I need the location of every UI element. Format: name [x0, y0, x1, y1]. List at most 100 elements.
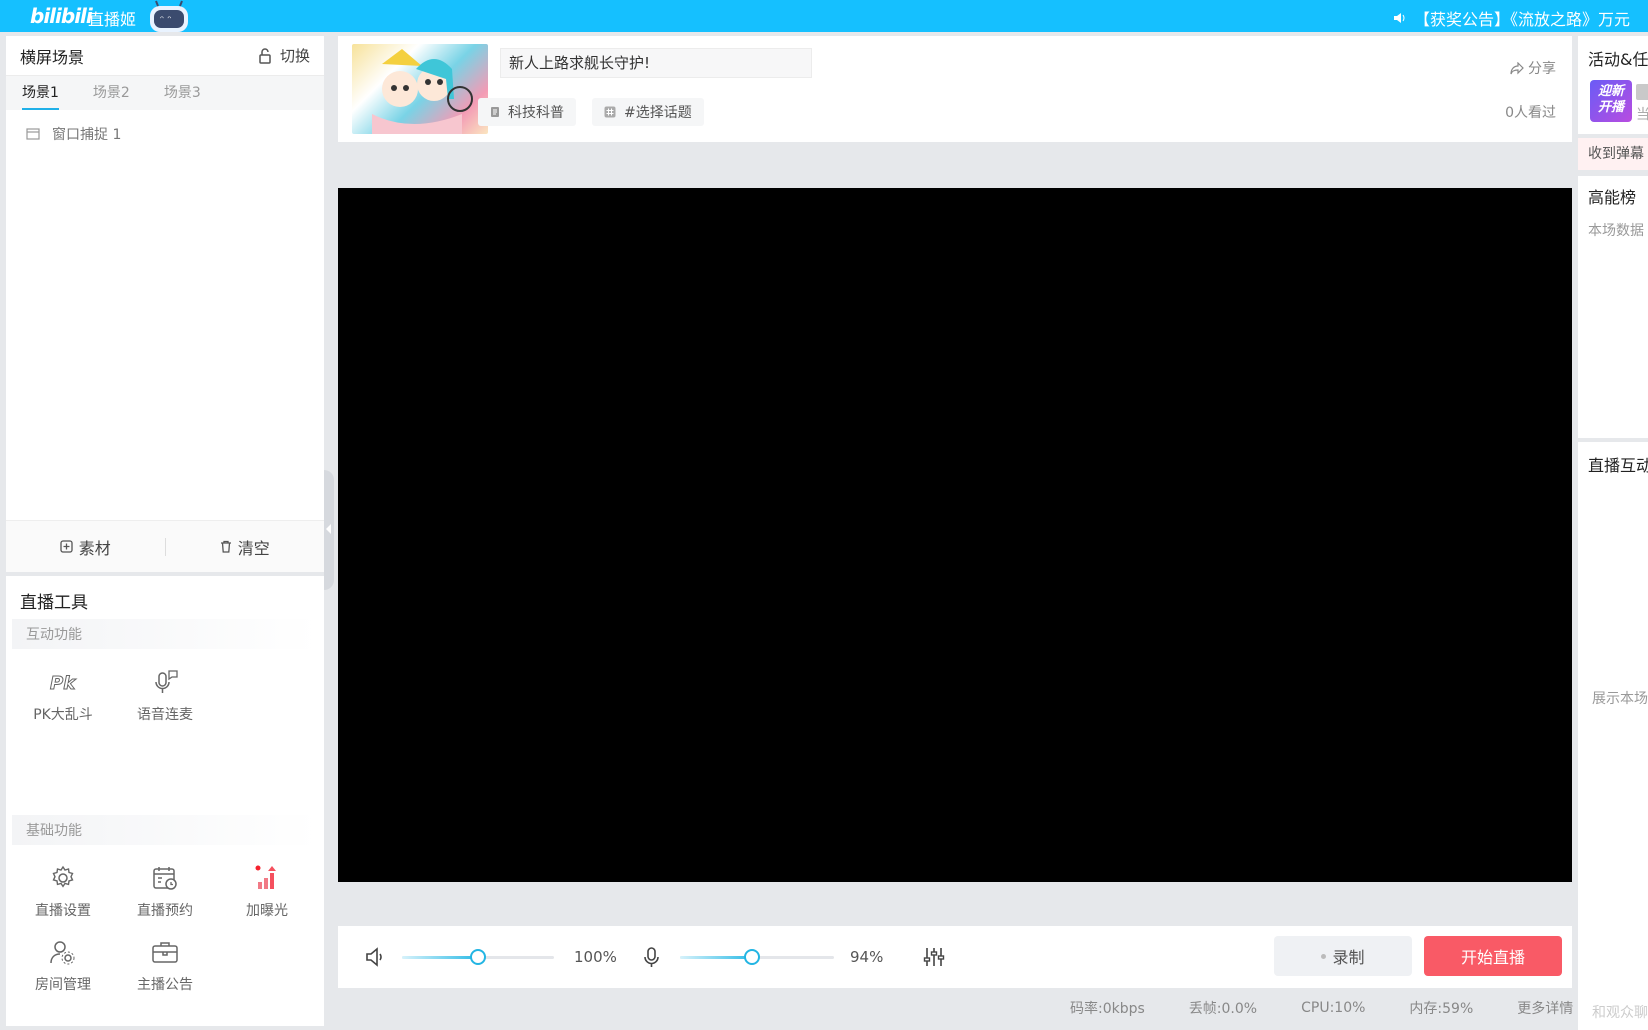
- speaker-volume-knob[interactable]: [470, 949, 486, 965]
- interaction-title: 直播互动: [1588, 456, 1648, 475]
- activity-sub: 当: [1636, 107, 1648, 123]
- switch-orientation-button[interactable]: 切换: [258, 45, 310, 66]
- speaker-icon: [1394, 13, 1405, 23]
- badge-line-2: 开播: [1597, 100, 1624, 115]
- tools-panel: 直播工具 互动功能 Pk PK大乱斗 语音连麦 基础功能 直播设置 直播预约 加…: [6, 576, 324, 1026]
- record-button[interactable]: 录制: [1274, 936, 1412, 976]
- scene-header: 横屏场景 切换: [6, 36, 324, 76]
- stream-title-input[interactable]: 新人上路求舰长守护!: [500, 48, 812, 78]
- speaker-volume-icon[interactable]: [364, 946, 388, 968]
- boost-exposure-label: 加曝光: [246, 903, 288, 919]
- title-bar: bilibili 直播姬 ᵔ ᵔ 【获奖公告】《流放之路》万元: [0, 0, 1648, 32]
- tab-scene-1[interactable]: 场景1: [22, 76, 59, 110]
- svg-text:ᵔ ᵔ: ᵔ ᵔ: [160, 15, 171, 26]
- plus-square-icon: [60, 540, 73, 553]
- mic-volume-value: 94%: [850, 948, 884, 966]
- scene-footer: 素材 清空: [6, 520, 324, 572]
- add-material-button[interactable]: 素材: [6, 535, 165, 559]
- rank-title[interactable]: 高能榜: [1578, 176, 1648, 208]
- memory-status: 内存:59%: [1409, 1001, 1474, 1017]
- activity-tag: [1636, 84, 1648, 100]
- dropped-frames-status: 丢帧:0.0%: [1188, 1001, 1258, 1017]
- share-label: 分享: [1528, 61, 1556, 77]
- voice-link-button[interactable]: 语音连麦: [114, 659, 216, 733]
- announcement-ticker[interactable]: 【获奖公告】《流放之路》万元: [1392, 6, 1630, 30]
- category-label: 科技科普: [508, 105, 564, 121]
- mascot-icon: ᵔ ᵔ: [150, 0, 188, 32]
- boost-exposure-button[interactable]: 加曝光: [216, 855, 318, 929]
- add-material-label: 素材: [78, 538, 111, 558]
- live-schedule-button[interactable]: 直播预约: [114, 855, 216, 929]
- scene-panel-title: 横屏场景: [20, 47, 85, 67]
- user-gear-icon: [50, 941, 75, 965]
- viewer-count: 0人看过: [1505, 105, 1556, 121]
- source-item[interactable]: 窗口捕捉 1: [6, 110, 324, 158]
- activity-block: 活动&任 迎新 开播 当: [1578, 36, 1648, 134]
- announcement-text: 【获奖公告】《流放之路》万元: [1414, 10, 1631, 29]
- room-management-button[interactable]: 房间管理: [12, 929, 114, 1003]
- clear-button[interactable]: 清空: [166, 535, 325, 559]
- chat-input-hint[interactable]: 和观众聊: [1582, 1002, 1648, 1022]
- document-icon: [491, 107, 499, 117]
- live-settings-button[interactable]: 直播设置: [12, 855, 114, 929]
- stream-cover-image[interactable]: [352, 44, 488, 134]
- record-label: 录制: [1332, 948, 1365, 967]
- topic-chip[interactable]: #选择话题: [592, 98, 704, 126]
- source-label: 窗口捕捉 1: [52, 127, 122, 143]
- live-schedule-label: 直播预约: [137, 903, 193, 919]
- bitrate-status: 码率:0kbps: [1070, 1001, 1145, 1017]
- speaker-volume-slider[interactable]: [402, 949, 554, 965]
- bar-chart-up-icon: [255, 865, 276, 889]
- interaction-block: 直播互动 展示本场 和观众聊: [1578, 442, 1648, 1030]
- activity-title: 活动&任: [1588, 50, 1648, 69]
- badge-line-1: 迎新: [1597, 84, 1624, 99]
- speaker-volume-value: 100%: [574, 948, 617, 966]
- interactive-section-label: 互动功能: [12, 619, 318, 649]
- gear-icon: [52, 865, 74, 888]
- bilibili-logo: bilibili: [30, 4, 93, 28]
- streamer-notice-button[interactable]: 主播公告: [114, 929, 216, 1003]
- interactive-tools-grid: Pk PK大乱斗 语音连麦: [6, 649, 324, 815]
- lock-icon: [259, 47, 271, 64]
- danmu-notice[interactable]: 收到弹幕: [1578, 138, 1648, 170]
- tab-scene-2[interactable]: 场景2: [93, 76, 130, 110]
- speaker-volume-fill: [402, 956, 478, 959]
- clear-label: 清空: [237, 538, 270, 558]
- room-management-label: 房间管理: [35, 977, 91, 993]
- mic-chat-icon: [155, 670, 178, 693]
- share-icon: [1510, 61, 1524, 74]
- category-chip[interactable]: 科技科普: [478, 98, 576, 126]
- mixer-icon[interactable]: [922, 946, 946, 968]
- newcomer-badge[interactable]: 迎新 开播: [1590, 80, 1632, 122]
- start-live-button[interactable]: 开始直播: [1424, 936, 1562, 976]
- right-panel: 活动&任 迎新 开播 当 收到弹幕 高能榜 本场数据 直播互动 展示本场 和观众…: [1578, 36, 1648, 1030]
- tab-scene-3[interactable]: 场景3: [164, 76, 201, 110]
- cpu-status: CPU:10%: [1301, 1000, 1366, 1016]
- collapse-sidebar-handle[interactable]: [324, 470, 334, 590]
- briefcase-icon: [152, 942, 178, 963]
- collapse-arrow-icon: [326, 524, 331, 534]
- tools-panel-title: 直播工具: [20, 593, 88, 613]
- voice-link-label: 语音连麦: [137, 707, 193, 723]
- streamer-notice-label: 主播公告: [137, 977, 193, 993]
- rank-block: 高能榜 本场数据: [1578, 176, 1648, 438]
- control-bar: 100% 94% 录制 开始直播: [338, 926, 1572, 988]
- window-icon: [26, 128, 40, 140]
- stream-info-bar: 新人上路求舰长守护! 科技科普 #选择话题 分享 0人看过: [338, 36, 1572, 142]
- stream-preview[interactable]: [338, 188, 1572, 882]
- basic-tools-grid: 直播设置 直播预约 加曝光 房间管理 主播公告: [6, 845, 324, 1003]
- pk-battle-button[interactable]: Pk PK大乱斗: [12, 659, 114, 733]
- scene-tabs: 场景1 场景2 场景3: [6, 76, 324, 110]
- microphone-icon[interactable]: [640, 946, 664, 968]
- mic-volume-fill: [680, 956, 753, 959]
- scene-panel: 横屏场景 切换 场景1 场景2 场景3 窗口捕捉 1 素材 清空: [6, 36, 324, 572]
- share-button[interactable]: 分享: [1510, 58, 1556, 78]
- pk-battle-label: PK大乱斗: [33, 707, 93, 723]
- hashtag-icon: [604, 106, 616, 118]
- mic-volume-knob[interactable]: [744, 949, 761, 965]
- interaction-desc: 展示本场: [1592, 691, 1648, 707]
- trash-icon: [220, 540, 231, 553]
- mic-volume-slider[interactable]: [680, 949, 834, 965]
- pk-icon: Pk: [50, 673, 77, 695]
- live-settings-label: 直播设置: [35, 903, 91, 919]
